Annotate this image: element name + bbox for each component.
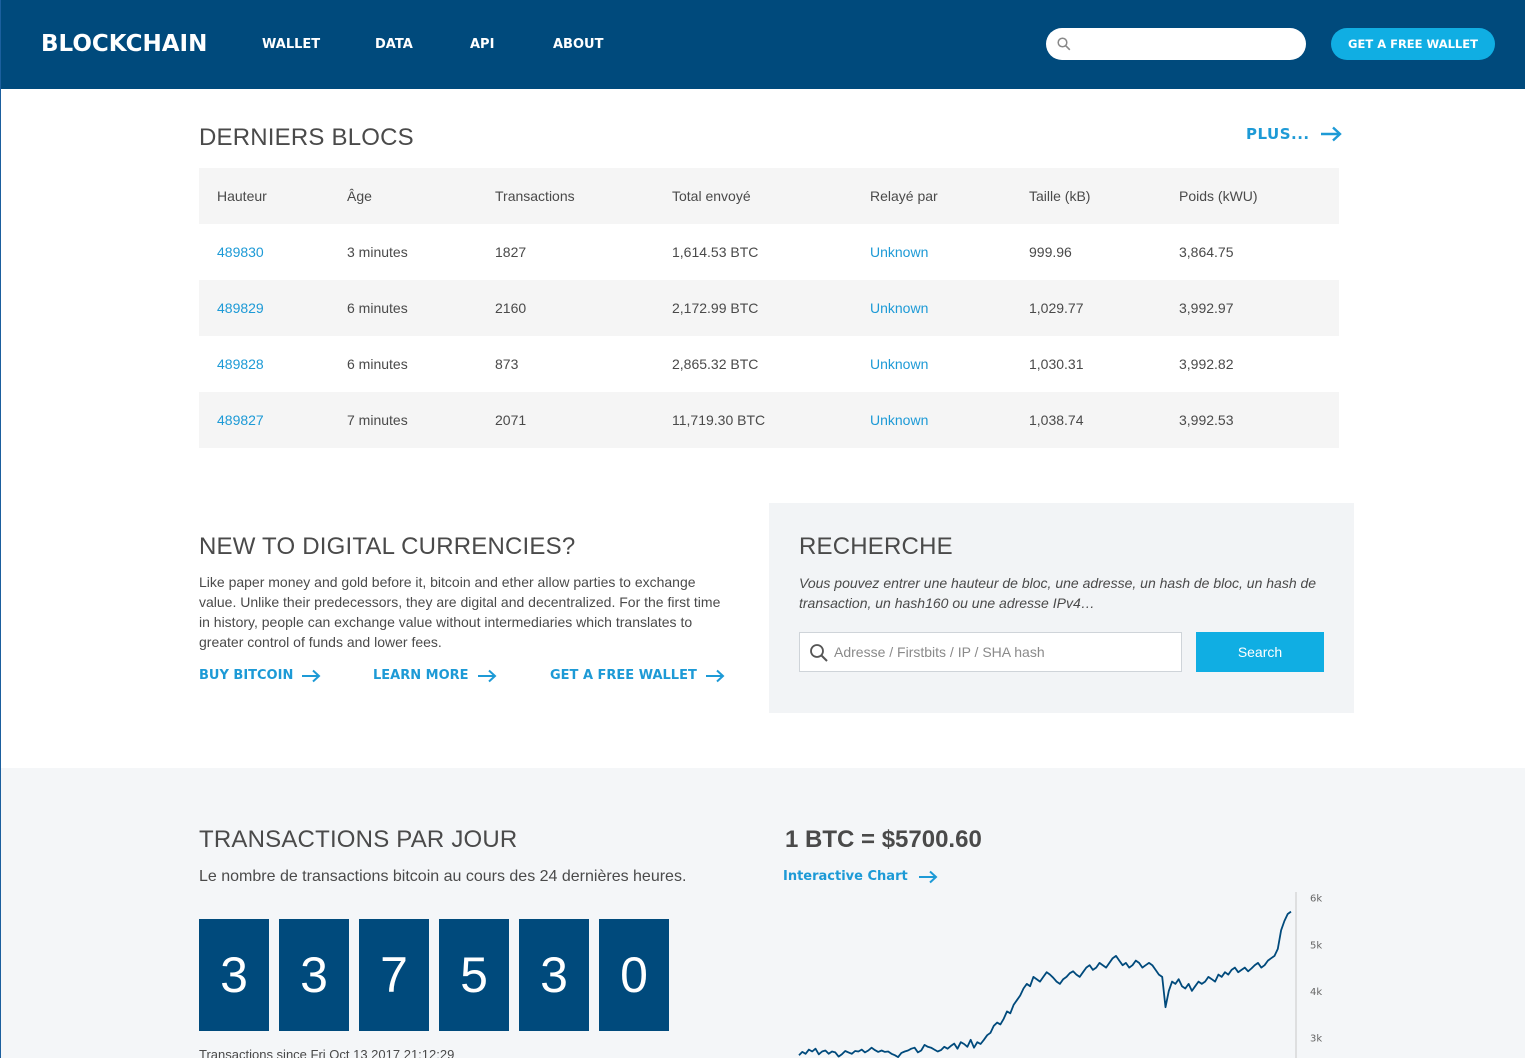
header-search-input[interactable] bbox=[1078, 32, 1298, 56]
arrow-right-icon bbox=[705, 669, 725, 682]
top-navigation-bar: BLOCKCHAIN WALLET DATA API ABOUT GET A F… bbox=[1, 0, 1525, 89]
btc-price: 1 BTC = $5700.60 bbox=[785, 826, 982, 853]
intro-body: Like paper money and gold before it, bit… bbox=[199, 574, 721, 650]
block-total-sent: 2,172.99 BTC bbox=[672, 300, 759, 316]
block-age: 6 minutes bbox=[347, 356, 408, 372]
block-size: 999.96 bbox=[1029, 244, 1072, 260]
search-description: Vous pouvez entrer une hauteur de bloc, … bbox=[799, 575, 1317, 611]
get-free-wallet-link[interactable]: GET A FREE WALLET bbox=[550, 668, 725, 683]
block-transactions: 2160 bbox=[495, 300, 527, 316]
get-free-wallet-label: GET A FREE WALLET bbox=[550, 668, 697, 683]
interactive-chart-label: Interactive Chart bbox=[783, 869, 908, 884]
table-header-row: Hauteur Âge Transactions Total envoyé Re… bbox=[199, 168, 1339, 224]
y-tick-label: 5k bbox=[1310, 940, 1322, 951]
latest-blocks-title: DERNIERS BLOCS bbox=[199, 124, 414, 151]
transactions-title: TRANSACTIONS PAR JOUR bbox=[199, 826, 518, 853]
block-weight: 3,992.82 bbox=[1179, 356, 1234, 372]
y-tick-label: 3k bbox=[1310, 1033, 1322, 1044]
block-age: 6 minutes bbox=[347, 300, 408, 316]
buy-bitcoin-label: BUY BITCOIN bbox=[199, 668, 294, 683]
block-weight: 3,992.53 bbox=[1179, 412, 1234, 428]
block-total-sent: 11,719.30 BTC bbox=[672, 412, 766, 428]
counter-digit: 3 bbox=[199, 919, 269, 1031]
column-header-relayed-by: Relayé par bbox=[870, 188, 938, 204]
column-header-height: Hauteur bbox=[217, 188, 267, 204]
learn-more-link[interactable]: LEARN MORE bbox=[373, 668, 497, 683]
block-age: 3 minutes bbox=[347, 244, 408, 260]
intro-title: NEW TO DIGITAL CURRENCIES? bbox=[199, 533, 576, 560]
get-free-wallet-button[interactable]: GET A FREE WALLET bbox=[1331, 28, 1495, 60]
block-size: 1,038.74 bbox=[1029, 412, 1084, 428]
block-age: 7 minutes bbox=[347, 412, 408, 428]
more-blocks-link[interactable]: PLUS... bbox=[1246, 125, 1342, 143]
counter-digit: 3 bbox=[519, 919, 589, 1031]
column-header-transactions: Transactions bbox=[495, 188, 575, 204]
block-height-link[interactable]: 489827 bbox=[217, 412, 264, 428]
relayed-by-link[interactable]: Unknown bbox=[870, 356, 928, 372]
block-height-link[interactable]: 489830 bbox=[217, 244, 264, 260]
learn-more-label: LEARN MORE bbox=[373, 668, 469, 683]
y-tick-label: 4k bbox=[1310, 987, 1322, 998]
table-row: 489829 6 minutes 2160 2,172.99 BTC Unkno… bbox=[199, 280, 1339, 336]
counter-digit: 7 bbox=[359, 919, 429, 1031]
block-search-box[interactable] bbox=[799, 632, 1182, 672]
search-button[interactable]: Search bbox=[1196, 632, 1324, 672]
block-weight: 3,864.75 bbox=[1179, 244, 1234, 260]
nav-api[interactable]: API bbox=[470, 37, 494, 52]
block-size: 1,029.77 bbox=[1029, 300, 1084, 316]
search-title: RECHERCHE bbox=[799, 533, 953, 560]
y-tick-label: 6k bbox=[1310, 894, 1322, 905]
table-row: 489830 3 minutes 1827 1,614.53 BTC Unkno… bbox=[199, 224, 1339, 280]
block-search-input[interactable] bbox=[834, 641, 1174, 663]
more-blocks-label: PLUS... bbox=[1246, 125, 1310, 143]
counter-digit: 3 bbox=[279, 919, 349, 1031]
table-row: 489828 6 minutes 873 2,865.32 BTC Unknow… bbox=[199, 336, 1339, 392]
blockchain-logo[interactable]: BLOCKCHAIN bbox=[41, 31, 207, 57]
block-transactions: 2071 bbox=[495, 412, 527, 428]
transactions-subtitle: Le nombre de transactions bitcoin au cou… bbox=[199, 868, 687, 885]
block-size: 1,030.31 bbox=[1029, 356, 1084, 372]
transactions-since: Transactions since Fri Oct 13 2017 21:12… bbox=[199, 1047, 455, 1058]
btc-price-chart[interactable]: 6k 5k 4k 3k bbox=[781, 886, 1341, 1058]
interactive-chart-link[interactable]: Interactive Chart bbox=[783, 869, 938, 884]
counter-digit: 5 bbox=[439, 919, 509, 1031]
counter-digit: 0 bbox=[599, 919, 669, 1031]
relayed-by-link[interactable]: Unknown bbox=[870, 412, 928, 428]
column-header-age: Âge bbox=[347, 188, 372, 204]
block-transactions: 1827 bbox=[495, 244, 527, 260]
table-row: 489827 7 minutes 2071 11,719.30 BTC Unkn… bbox=[199, 392, 1339, 448]
relayed-by-link[interactable]: Unknown bbox=[870, 244, 928, 260]
block-transactions: 873 bbox=[495, 356, 519, 372]
block-height-link[interactable]: 489828 bbox=[217, 356, 264, 372]
arrow-right-icon bbox=[477, 669, 497, 682]
column-header-size: Taille (kB) bbox=[1029, 188, 1091, 204]
block-total-sent: 1,614.53 BTC bbox=[672, 244, 759, 260]
column-header-total-sent: Total envoyé bbox=[672, 188, 751, 204]
stats-section: TRANSACTIONS PAR JOUR Le nombre de trans… bbox=[1, 768, 1525, 1058]
block-height-link[interactable]: 489829 bbox=[217, 300, 264, 316]
buy-bitcoin-link[interactable]: BUY BITCOIN bbox=[199, 668, 321, 683]
latest-blocks-table: Hauteur Âge Transactions Total envoyé Re… bbox=[199, 168, 1339, 448]
header-search[interactable] bbox=[1046, 28, 1306, 60]
search-icon bbox=[1057, 37, 1071, 51]
nav-about[interactable]: ABOUT bbox=[553, 37, 603, 52]
column-header-weight: Poids (kWU) bbox=[1179, 188, 1258, 204]
nav-data[interactable]: DATA bbox=[375, 37, 413, 52]
relayed-by-link[interactable]: Unknown bbox=[870, 300, 928, 316]
nav-wallet[interactable]: WALLET bbox=[262, 37, 320, 52]
arrow-right-icon bbox=[918, 870, 938, 883]
block-total-sent: 2,865.32 BTC bbox=[672, 356, 759, 372]
arrow-right-icon bbox=[302, 669, 321, 682]
search-icon bbox=[810, 644, 828, 662]
arrow-right-icon bbox=[1320, 126, 1342, 142]
block-weight: 3,992.97 bbox=[1179, 300, 1234, 316]
price-series-line bbox=[798, 910, 1292, 1058]
search-panel: RECHERCHE Vous pouvez entrer une hauteur… bbox=[769, 503, 1354, 713]
